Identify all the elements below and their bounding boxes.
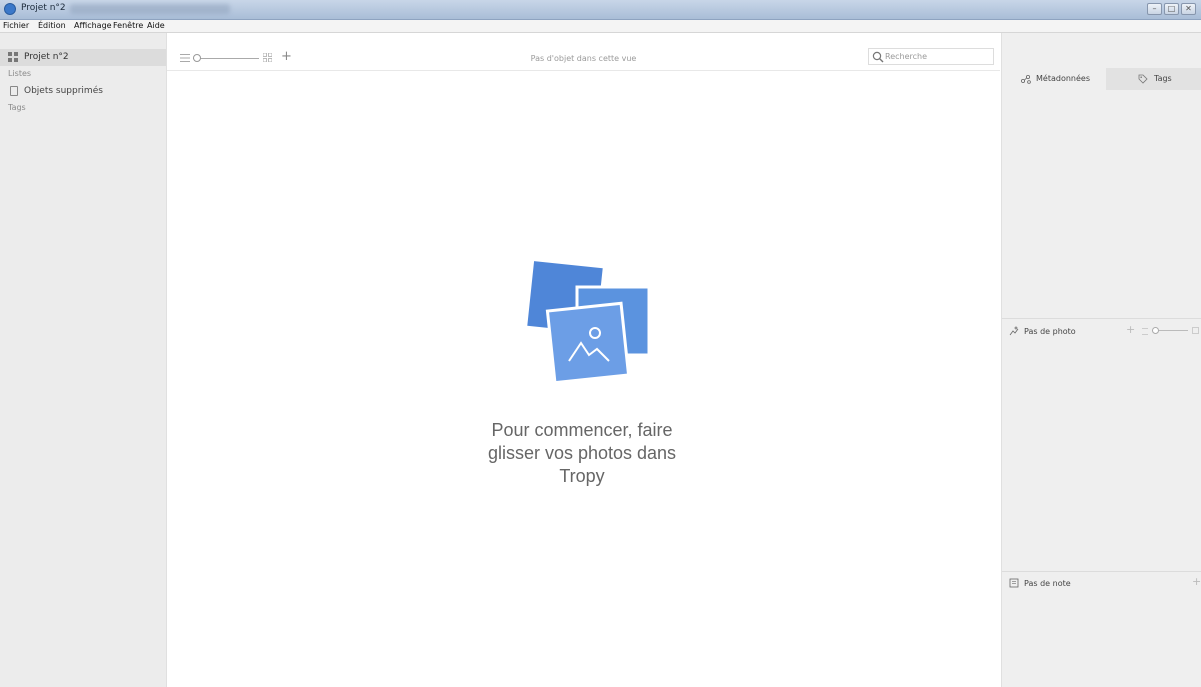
empty-state-line-2: glisser vos photos dans (487, 443, 677, 463)
menu-fenetre[interactable]: Fenêtre (113, 21, 143, 30)
photos-label: Pas de photo (1024, 327, 1076, 336)
window-title: Projet n°2 (21, 3, 66, 13)
sidebar-item-project[interactable]: Projet n°2 (0, 49, 166, 66)
photo-zoom-slider-handle[interactable] (1152, 327, 1159, 334)
sidebar-trash-label: Objets supprimés (24, 86, 103, 96)
sidebar-item-trash[interactable]: Objets supprimés (0, 84, 166, 99)
empty-state-line-3: Tropy (559, 466, 605, 486)
add-photo-button[interactable]: + (1126, 323, 1135, 336)
photo-icon (1009, 326, 1019, 336)
photo-list-view-icon[interactable] (1142, 328, 1148, 335)
minimize-button[interactable]: – (1147, 3, 1162, 15)
window-title-bar: Projet n°2 – □ ✕ (0, 0, 1201, 20)
tab-tags[interactable]: Tags (1106, 68, 1201, 90)
menu-edition[interactable]: Édition (38, 21, 66, 30)
right-panel: Métadonnées Tags Pas de photo + Pas de n (1001, 33, 1201, 687)
metadata-icon (1021, 74, 1031, 84)
items-panel: + Pas d'objet dans cette vue Recherche P… (167, 33, 1000, 687)
title-bar-blurred-area (70, 4, 230, 14)
maximize-button[interactable]: □ (1164, 3, 1179, 15)
close-button[interactable]: ✕ (1181, 3, 1196, 15)
search-input[interactable]: Recherche (868, 48, 994, 65)
photo-grid-view-icon[interactable] (1192, 327, 1199, 334)
note-icon (1009, 578, 1019, 588)
tag-icon (1138, 74, 1148, 84)
sidebar-project-label: Projet n°2 (24, 52, 69, 62)
search-icon (872, 51, 884, 63)
notes-divider (1002, 571, 1201, 572)
menu-fichier[interactable]: Fichier (3, 21, 29, 30)
menu-affichage[interactable]: Affichage (74, 21, 112, 30)
photos-illustration-icon (523, 257, 651, 385)
add-note-button[interactable]: + (1192, 575, 1201, 588)
notes-label: Pas de note (1024, 579, 1071, 588)
notes-header: Pas de note + (1002, 574, 1201, 592)
panel-tabs: Métadonnées Tags (1002, 68, 1201, 90)
menu-bar: Fichier Édition Affichage Fenêtre Aide (0, 20, 1201, 33)
empty-state-message: Pour commencer, faire glisser vos photos… (457, 419, 707, 488)
sidebar: Projet n°2 Listes Objets supprimés Tags (0, 33, 167, 687)
empty-state-line-1: Pour commencer, faire (491, 420, 673, 440)
tags-heading: Tags (8, 103, 26, 112)
project-grid-icon (8, 52, 18, 62)
tab-tags-label: Tags (1154, 74, 1172, 83)
menu-aide[interactable]: Aide (147, 21, 165, 30)
photos-divider (1002, 318, 1201, 319)
photos-header: Pas de photo + (1002, 322, 1201, 340)
tab-metadata[interactable]: Métadonnées (1002, 68, 1106, 90)
trash-icon (10, 86, 18, 96)
tab-metadata-label: Métadonnées (1036, 74, 1090, 83)
lists-heading: Listes (8, 69, 32, 78)
items-toolbar: + Pas d'objet dans cette vue Recherche (167, 48, 1000, 71)
search-placeholder: Recherche (885, 52, 928, 61)
tropy-app-icon (4, 3, 16, 15)
